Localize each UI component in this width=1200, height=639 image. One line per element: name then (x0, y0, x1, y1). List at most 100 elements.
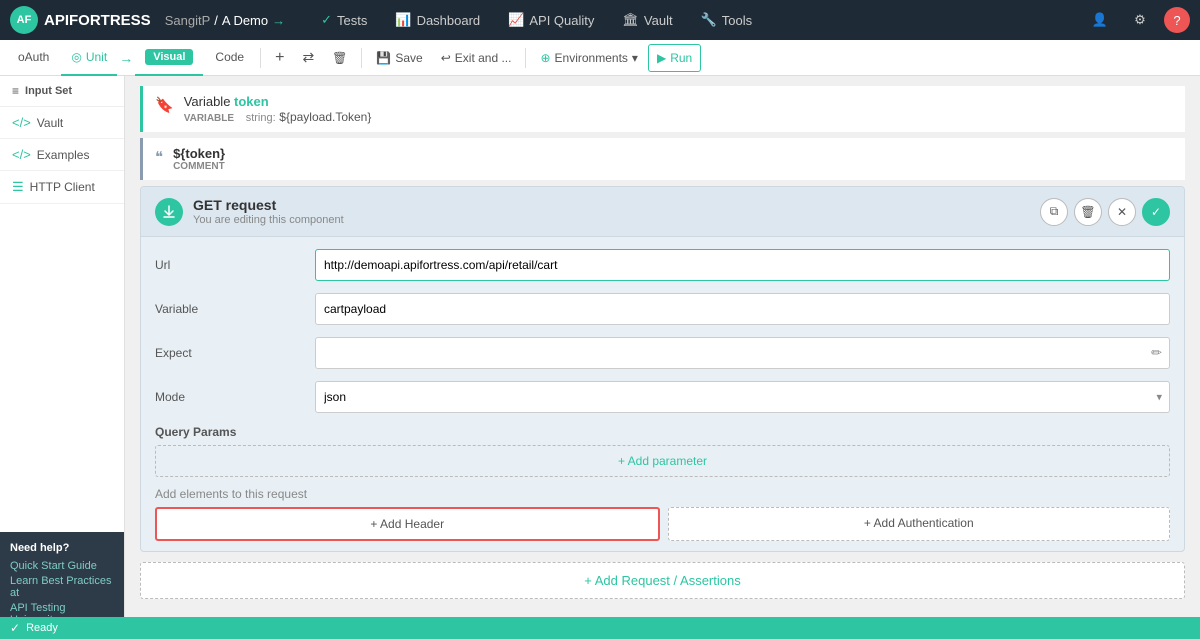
toolbar-separator-1 (260, 48, 261, 68)
visual-badge: Visual (145, 49, 193, 65)
main-layout: ≡ Input Set </> Vault </> Examples ☰ HTT… (0, 76, 1200, 639)
toolbar-separator-3 (525, 48, 526, 68)
get-actions: ⧉ 🗑 ✕ ✓ (1040, 198, 1170, 226)
tab-unit[interactable]: ◎ Unit (61, 40, 117, 76)
url-input[interactable] (315, 249, 1170, 281)
add-assertions-button[interactable]: + Add Request / Assertions (140, 562, 1185, 599)
logo: AF APIFORTRESS (10, 6, 151, 34)
nav-vault[interactable]: 🏛 Vault (610, 0, 684, 40)
url-label: Url (155, 258, 315, 272)
add-param-label: + Add parameter (618, 454, 707, 468)
variable-value: ${payload.Token} (279, 110, 371, 124)
sidebar-item-http-client[interactable]: ☰ HTTP Client (0, 171, 124, 204)
nav-api-quality[interactable]: 📈 API Quality (496, 0, 606, 40)
exit-label: Exit and ... (455, 51, 512, 65)
exit-button[interactable]: ↩ Exit and ... (433, 44, 520, 72)
logo-icon: AF (10, 6, 38, 34)
add-header-button[interactable]: + Add Header (155, 507, 660, 541)
sidebar: ≡ Input Set </> Vault </> Examples ☰ HTT… (0, 76, 125, 639)
add-button[interactable]: + (267, 44, 292, 72)
help-icon-btn[interactable]: ? (1164, 7, 1190, 33)
add-assertions-label: + Add Request / Assertions (584, 573, 740, 588)
help-link-1[interactable]: Quick Start Guide (10, 560, 114, 572)
sidebar-header: ≡ Input Set (0, 76, 124, 107)
mode-select-wrapper: json xml text ▾ (315, 381, 1170, 413)
tab-code-label: Code (215, 50, 244, 64)
help-link-2[interactable]: Learn Best Practices at (10, 575, 114, 599)
top-nav: AF APIFORTRESS SangitP / A Demo → ✓ Test… (0, 0, 1200, 40)
confirm-button[interactable]: ✓ (1142, 198, 1170, 226)
tab-code[interactable]: Code (205, 40, 254, 76)
breadcrumb-arrow: → (272, 13, 285, 28)
get-download-icon (155, 198, 183, 226)
copy-button[interactable]: ⧉ (1040, 198, 1068, 226)
add-auth-button[interactable]: + Add Authentication (668, 507, 1171, 541)
tab-visual[interactable]: Visual (135, 40, 203, 76)
variable-input[interactable] (315, 293, 1170, 325)
breadcrumb-user[interactable]: SangitP (165, 13, 211, 28)
content-inner: 🔖 Variable token VARIABLE string: ${payl… (125, 76, 1200, 609)
sidebar-item-examples[interactable]: </> Examples (0, 139, 124, 171)
environments-chevron-icon: ▾ (632, 51, 638, 65)
swap-button[interactable]: ⇄ (294, 44, 322, 72)
nav-right: 👤 ⚙ ? (1084, 4, 1190, 36)
variable-details: Variable token VARIABLE string: ${payloa… (184, 94, 1173, 124)
save-label: Save (395, 51, 422, 65)
save-icon: 💾 (376, 51, 391, 65)
save-button[interactable]: 💾 Save (368, 44, 430, 72)
url-row: Url (155, 247, 1170, 283)
breadcrumb-project[interactable]: A Demo (222, 13, 268, 28)
environments-icon: ⊕ (540, 51, 550, 65)
add-header-label: + Add Header (370, 517, 444, 531)
mode-label: Mode (155, 390, 315, 404)
mode-select[interactable]: json xml text (315, 381, 1170, 413)
status-bar: ✓ Ready (0, 617, 1200, 639)
cancel-button[interactable]: ✕ (1108, 198, 1136, 226)
logo-text: APIFORTRESS (44, 12, 151, 29)
add-elements-label: Add elements to this request (155, 487, 1170, 501)
settings-icon-btn[interactable]: ⚙ (1124, 4, 1156, 36)
expect-row: Expect ✏ (155, 335, 1170, 371)
get-request-header: GET request You are editing this compone… (141, 187, 1184, 237)
environments-label: Environments (555, 51, 628, 65)
variable-row: Variable (155, 291, 1170, 327)
expect-input[interactable] (315, 337, 1170, 369)
nav-dashboard[interactable]: 📊 Dashboard (383, 0, 492, 40)
toolbar-separator-2 (361, 48, 362, 68)
variable-label: Variable (155, 302, 315, 316)
comment-label: COMMENT (173, 161, 225, 172)
comment-item: ❝ ${token} COMMENT (140, 138, 1185, 180)
nav-tests[interactable]: ✓ Tests (309, 0, 379, 40)
run-icon: ▶ (657, 51, 666, 65)
variable-icon: 🔖 (155, 96, 174, 114)
sidebar-vault-label: Vault (37, 116, 63, 130)
vault-nav-icon: 🏛 (622, 12, 639, 28)
variable-type: string: (246, 112, 276, 124)
trash-button[interactable]: 🗑 (1074, 198, 1102, 226)
mode-row: Mode json xml text ▾ (155, 379, 1170, 415)
dashboard-icon: 📊 (395, 12, 411, 28)
variable-type-label: VARIABLE (184, 113, 234, 124)
get-title-block: GET request You are editing this compone… (193, 197, 344, 226)
add-parameter-button[interactable]: + Add parameter (155, 445, 1170, 477)
tab-oauth[interactable]: oAuth (8, 40, 59, 76)
expect-wrapper: ✏ (315, 337, 1170, 369)
toolbar: oAuth ◎ Unit → Visual Code + ⇄ 🗑 💾 Save … (0, 40, 1200, 76)
get-request-box: GET request You are editing this compone… (140, 186, 1185, 552)
run-button[interactable]: ▶ Run (648, 44, 701, 72)
delete-button[interactable]: 🗑 (324, 44, 355, 72)
comment-details: ${token} COMMENT (173, 146, 225, 172)
run-label: Run (670, 51, 692, 65)
sidebar-item-vault[interactable]: </> Vault (0, 107, 124, 139)
sidebar-examples-label: Examples (37, 148, 90, 162)
environments-button[interactable]: ⊕ Environments ▾ (532, 44, 645, 72)
swap-icon: ⇄ (302, 49, 314, 66)
sidebar-http-label: HTTP Client (30, 180, 95, 194)
nav-tools[interactable]: 🔧 Tools (689, 0, 765, 40)
get-title: GET request (193, 197, 344, 213)
exit-icon: ↩ (441, 51, 451, 65)
edit-icon[interactable]: ✏ (1151, 345, 1162, 361)
status-text: Ready (26, 622, 58, 634)
user-icon-btn[interactable]: 👤 (1084, 4, 1116, 36)
variable-keyword: Variable (184, 94, 234, 109)
